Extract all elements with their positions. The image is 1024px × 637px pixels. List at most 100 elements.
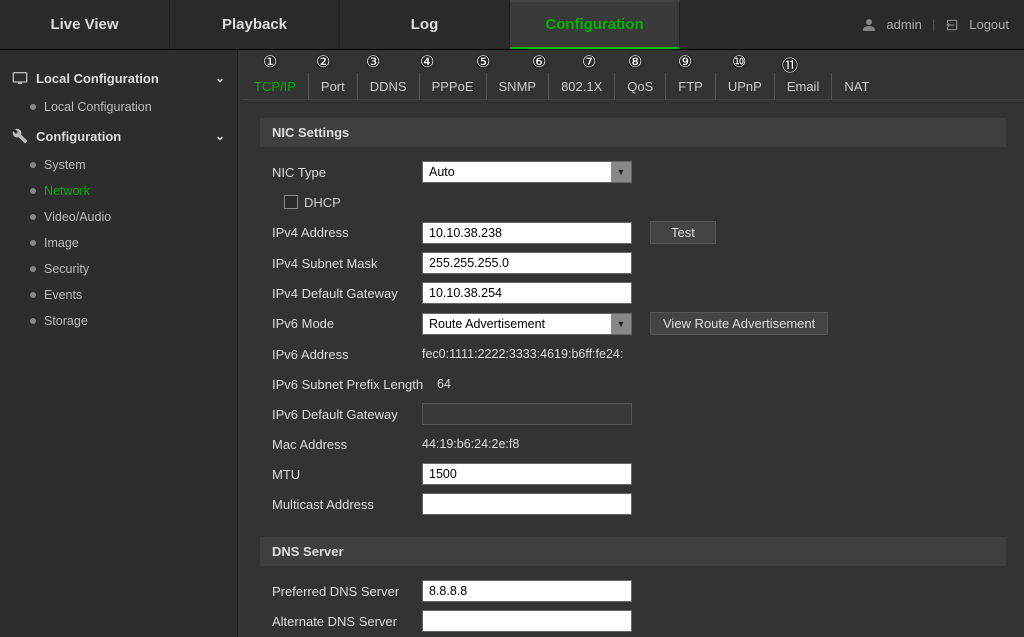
user-icon — [862, 18, 876, 32]
user-area: admin | Logout — [847, 0, 1024, 49]
mac-value: 44:19:b6:24:2e:f8 — [422, 437, 519, 451]
annotation-10: ⑩ — [732, 52, 746, 72]
nic-type-label: NIC Type — [272, 165, 422, 180]
mac-label: Mac Address — [272, 437, 422, 452]
alternate-dns-input[interactable] — [422, 610, 632, 632]
view-route-button[interactable]: View Route Advertisement — [650, 312, 828, 335]
annotation-2: ② — [316, 52, 330, 72]
sidebar-item-label: Video/Audio — [44, 210, 111, 224]
logout-link[interactable]: Logout — [969, 17, 1009, 32]
sidebar-item-label: Network — [44, 184, 90, 198]
annotation-3: ③ — [366, 52, 380, 72]
preferred-dns-label: Preferred DNS Server — [272, 584, 422, 599]
sidebar: Local Configuration ⌄ Local Configuratio… — [0, 50, 238, 637]
subtab-port[interactable]: Port — [309, 73, 358, 100]
subtab-upnp[interactable]: UPnP — [716, 73, 775, 100]
sidebar-section-label: Configuration — [36, 129, 121, 144]
ipv6-mode-select[interactable]: Route Advertisement ▼ — [422, 313, 632, 335]
annotation-9: ⑨ — [678, 52, 692, 72]
chevron-down-icon: ⌄ — [215, 71, 225, 85]
mtu-label: MTU — [272, 467, 422, 482]
content-area: ①②③④⑤⑥⑦⑧⑨⑩⑪ TCP/IP Port DDNS PPPoE SNMP … — [238, 50, 1024, 637]
chevron-down-icon: ⌄ — [215, 129, 225, 143]
dns-header: DNS Server — [260, 537, 1006, 566]
subtab-pppoe[interactable]: PPPoE — [420, 73, 487, 100]
subtab-snmp[interactable]: SNMP — [487, 73, 550, 100]
sidebar-item-label: Local Configuration — [44, 100, 152, 114]
subtab-nat[interactable]: NAT — [832, 73, 881, 100]
bullet-icon — [30, 214, 36, 220]
divider: | — [932, 17, 935, 32]
sidebar-section-local-config[interactable]: Local Configuration ⌄ — [0, 62, 237, 94]
ipv4-gw-label: IPv4 Default Gateway — [272, 286, 422, 301]
ipv6-gw-input[interactable] — [422, 403, 632, 425]
sidebar-item-network[interactable]: Network — [0, 178, 237, 204]
sidebar-item-label: Security — [44, 262, 89, 276]
subtab-ddns[interactable]: DDNS — [358, 73, 420, 100]
test-button[interactable]: Test — [650, 221, 716, 244]
subtab-ftp[interactable]: FTP — [666, 73, 716, 100]
sidebar-item-system[interactable]: System — [0, 152, 237, 178]
bullet-icon — [30, 162, 36, 168]
annotation-1: ① — [263, 52, 277, 72]
subtab-8021x[interactable]: 802.1X — [549, 73, 615, 100]
ipv4-mask-label: IPv4 Subnet Mask — [272, 256, 422, 271]
bullet-icon — [30, 266, 36, 272]
top-nav: Live View Playback Log Configuration adm… — [0, 0, 1024, 50]
tab-annotations: ①②③④⑤⑥⑦⑧⑨⑩⑪ — [238, 52, 1024, 72]
sidebar-item-local-configuration[interactable]: Local Configuration — [0, 94, 237, 120]
sidebar-item-label: Image — [44, 236, 79, 250]
annotation-7: ⑦ — [582, 52, 596, 72]
dhcp-label: DHCP — [304, 195, 341, 210]
ipv6-prefix-label: IPv6 Subnet Prefix Length — [272, 377, 437, 392]
chevron-down-icon: ▼ — [611, 162, 631, 182]
ipv6-addr-value: fec0:1111:2222:3333:4619:b6ff:fe24: — [422, 347, 623, 361]
bullet-icon — [30, 240, 36, 246]
subtab-email[interactable]: Email — [775, 73, 833, 100]
sidebar-item-label: Storage — [44, 314, 88, 328]
nav-live-view[interactable]: Live View — [0, 0, 170, 49]
sidebar-item-events[interactable]: Events — [0, 282, 237, 308]
ipv6-prefix-value: 64 — [437, 377, 451, 391]
sidebar-section-label: Local Configuration — [36, 71, 159, 86]
nic-settings-header: NIC Settings — [260, 118, 1006, 147]
preferred-dns-input[interactable] — [422, 580, 632, 602]
sidebar-item-video-audio[interactable]: Video/Audio — [0, 204, 237, 230]
annotation-11: ⑪ — [782, 52, 798, 76]
bullet-icon — [30, 318, 36, 324]
dhcp-checkbox[interactable] — [284, 195, 298, 209]
ipv4-address-input[interactable] — [422, 222, 632, 244]
ipv6-mode-label: IPv6 Mode — [272, 316, 422, 331]
annotation-8: ⑧ — [628, 52, 642, 72]
ipv6-addr-label: IPv6 Address — [272, 347, 422, 362]
nav-log[interactable]: Log — [340, 0, 510, 49]
bullet-icon — [30, 104, 36, 110]
sidebar-item-storage[interactable]: Storage — [0, 308, 237, 334]
chevron-down-icon: ▼ — [611, 314, 631, 334]
sidebar-item-image[interactable]: Image — [0, 230, 237, 256]
multicast-input[interactable] — [422, 493, 632, 515]
annotation-4: ④ — [420, 52, 434, 72]
multicast-label: Multicast Address — [272, 497, 422, 512]
sidebar-item-label: Events — [44, 288, 82, 302]
bullet-icon — [30, 292, 36, 298]
ipv4-address-label: IPv4 Address — [272, 225, 422, 240]
nav-playback[interactable]: Playback — [170, 0, 340, 49]
sidebar-item-security[interactable]: Security — [0, 256, 237, 282]
ipv6-gw-label: IPv6 Default Gateway — [272, 407, 422, 422]
username-label: admin — [886, 17, 921, 32]
ipv4-mask-input[interactable] — [422, 252, 632, 274]
nav-configuration[interactable]: Configuration — [510, 0, 680, 49]
subtab-tcpip[interactable]: TCP/IP — [242, 73, 309, 100]
monitor-icon — [12, 70, 28, 86]
bullet-icon — [30, 188, 36, 194]
ipv4-gw-input[interactable] — [422, 282, 632, 304]
nic-type-value: Auto — [429, 165, 455, 179]
logout-icon[interactable] — [945, 18, 959, 32]
mtu-input[interactable] — [422, 463, 632, 485]
annotation-6: ⑥ — [532, 52, 546, 72]
sidebar-section-configuration[interactable]: Configuration ⌄ — [0, 120, 237, 152]
annotation-5: ⑤ — [476, 52, 490, 72]
subtab-qos[interactable]: QoS — [615, 73, 666, 100]
nic-type-select[interactable]: Auto ▼ — [422, 161, 632, 183]
